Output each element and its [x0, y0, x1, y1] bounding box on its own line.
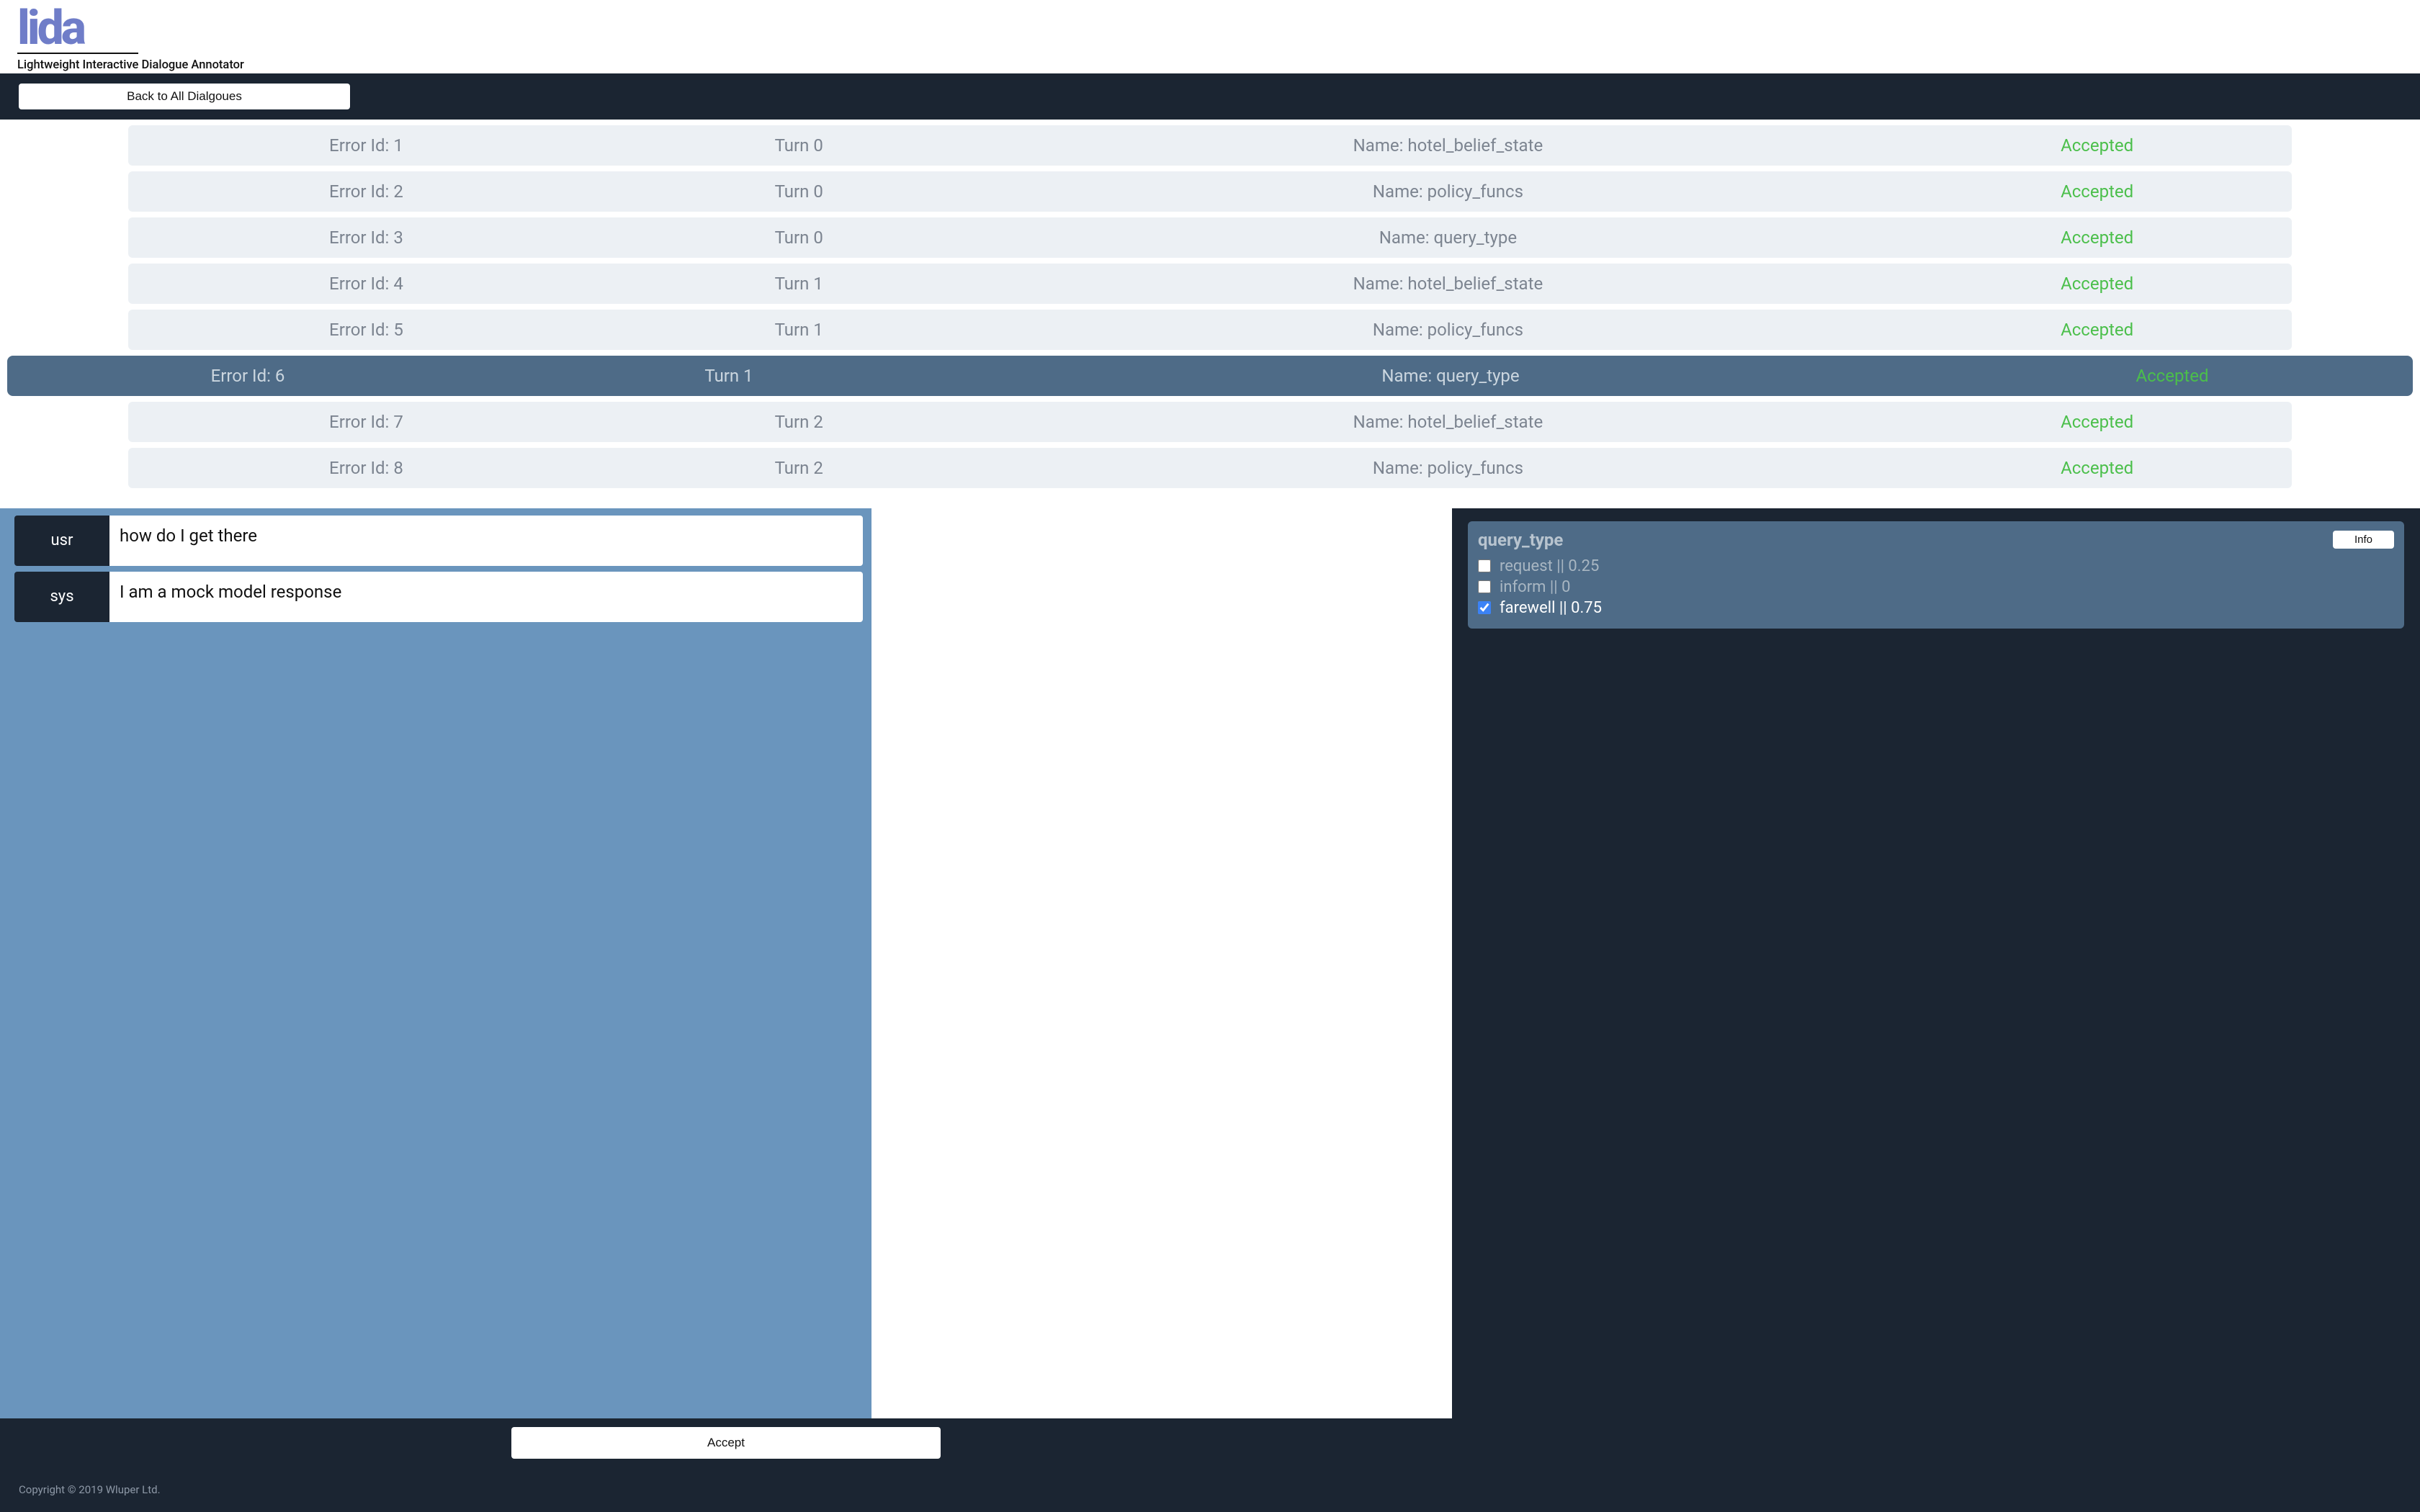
message-row: usrhow do I get there [14, 516, 863, 566]
annotation-title: query_type [1478, 530, 1563, 550]
error-id: Error Id: 3 [128, 228, 604, 248]
error-name: Name: policy_funcs [994, 458, 1903, 478]
error-row[interactable]: Error Id: 1Turn 0Name: hotel_belief_stat… [128, 125, 2292, 166]
error-turn: Turn 2 [604, 412, 994, 432]
error-status: Accepted [1932, 366, 2413, 386]
error-row[interactable]: Error Id: 6Turn 1Name: query_typeAccepte… [7, 356, 2413, 396]
info-button[interactable]: Info [2333, 531, 2394, 549]
error-row[interactable]: Error Id: 3Turn 0Name: query_typeAccepte… [128, 217, 2292, 258]
logo-text: lida [17, 10, 84, 48]
lower-panes: usrhow do I get theresysI am a mock mode… [0, 508, 2420, 1467]
message-text[interactable]: how do I get there [109, 516, 863, 566]
back-to-dialogues-button[interactable]: Back to All Dialgoues [19, 84, 350, 109]
error-id: Error Id: 1 [128, 135, 604, 156]
error-status: Accepted [1902, 412, 2292, 432]
error-row[interactable]: Error Id: 8Turn 2Name: policy_funcsAccep… [128, 448, 2292, 488]
accept-bar: Accept [0, 1418, 1452, 1467]
annotation-header: query_type Info [1478, 530, 2394, 550]
annotation-option[interactable]: request || 0.25 [1478, 557, 2394, 575]
error-turn: Turn 0 [604, 135, 994, 156]
annotation-option[interactable]: inform || 0 [1478, 578, 2394, 596]
error-name: Name: query_type [969, 366, 1932, 386]
error-row[interactable]: Error Id: 2Turn 0Name: policy_funcsAccep… [128, 171, 2292, 212]
error-turn: Turn 1 [604, 320, 994, 340]
error-turn: Turn 1 [488, 366, 969, 386]
option-checkbox[interactable] [1478, 559, 1491, 572]
message-role: usr [14, 516, 109, 566]
option-label: inform || 0 [1500, 578, 1570, 596]
annotation-pane: query_type Info request || 0.25 inform ||… [1452, 508, 2420, 1467]
footer: Copyright © 2019 Wluper Ltd. [0, 1467, 2420, 1512]
error-status: Accepted [1902, 274, 2292, 294]
logo: lida [17, 10, 2403, 48]
error-id: Error Id: 8 [128, 458, 604, 478]
error-name: Name: hotel_belief_state [994, 412, 1903, 432]
error-row[interactable]: Error Id: 5Turn 1Name: policy_funcsAccep… [128, 310, 2292, 350]
error-row[interactable]: Error Id: 7Turn 2Name: hotel_belief_stat… [128, 402, 2292, 442]
annotation-option[interactable]: farewell || 0.75 [1478, 599, 2394, 617]
error-status: Accepted [1902, 458, 2292, 478]
error-rows: Error Id: 1Turn 0Name: hotel_belief_stat… [0, 120, 2420, 508]
dialogue-pane: usrhow do I get theresysI am a mock mode… [0, 508, 871, 1418]
error-name: Name: query_type [994, 228, 1903, 248]
error-name: Name: hotel_belief_state [994, 274, 1903, 294]
option-checkbox[interactable] [1478, 601, 1491, 614]
error-id: Error Id: 2 [128, 181, 604, 202]
error-turn: Turn 0 [604, 228, 994, 248]
tagline: Lightweight Interactive Dialogue Annotat… [17, 58, 2403, 72]
error-name: Name: hotel_belief_state [994, 135, 1903, 156]
message-role: sys [14, 572, 109, 622]
error-name: Name: policy_funcs [994, 320, 1903, 340]
option-label: farewell || 0.75 [1500, 599, 1602, 617]
error-id: Error Id: 5 [128, 320, 604, 340]
error-id: Error Id: 4 [128, 274, 604, 294]
dialogue-column: usrhow do I get theresysI am a mock mode… [0, 508, 1452, 1467]
option-checkbox[interactable] [1478, 580, 1491, 593]
error-status: Accepted [1902, 135, 2292, 156]
error-row[interactable]: Error Id: 4Turn 1Name: hotel_belief_stat… [128, 264, 2292, 304]
error-turn: Turn 0 [604, 181, 994, 202]
error-turn: Turn 2 [604, 458, 994, 478]
message-text[interactable]: I am a mock model response [109, 572, 863, 622]
error-id: Error Id: 7 [128, 412, 604, 432]
annotation-options: request || 0.25 inform || 0 farewell || 0.… [1478, 557, 2394, 617]
error-status: Accepted [1902, 320, 2292, 340]
error-name: Name: policy_funcs [994, 181, 1903, 202]
message-row: sysI am a mock model response [14, 572, 863, 622]
error-id: Error Id: 6 [7, 366, 488, 386]
option-label: request || 0.25 [1500, 557, 1599, 575]
error-turn: Turn 1 [604, 274, 994, 294]
annotation-card: query_type Info request || 0.25 inform ||… [1468, 521, 2404, 629]
accept-button[interactable]: Accept [511, 1427, 941, 1459]
copyright-text: Copyright © 2019 Wluper Ltd. [19, 1483, 161, 1496]
header: lida Lightweight Interactive Dialogue An… [0, 0, 2420, 73]
toolbar: Back to All Dialgoues [0, 73, 2420, 120]
error-status: Accepted [1902, 228, 2292, 248]
error-status: Accepted [1902, 181, 2292, 202]
